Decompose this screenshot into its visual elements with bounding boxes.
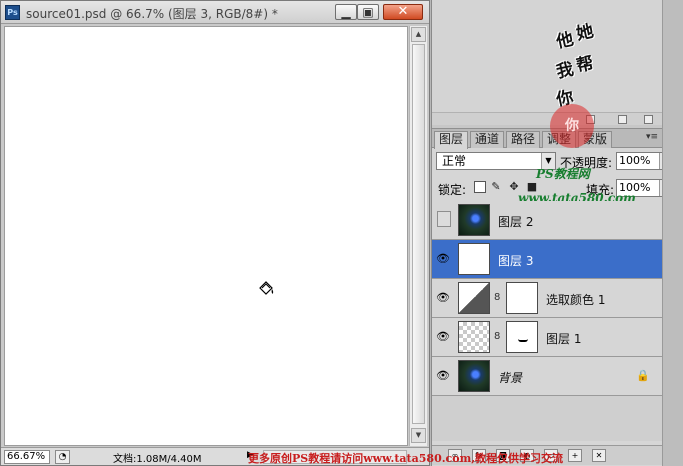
mask-mark (518, 339, 528, 342)
maximize-button[interactable]: ▣ (357, 4, 379, 20)
layers-tabbar: 图层 通道 路径 调整 蒙版 ▾≡ (432, 129, 662, 149)
watermark-char-4: 帮 (574, 53, 596, 77)
eye-icon[interactable]: 👁 (435, 367, 451, 383)
trash-icon[interactable]: ✕ (592, 449, 606, 462)
tab-layers[interactable]: 图层 (434, 131, 469, 149)
new-layer-icon[interactable]: + (568, 449, 582, 462)
trash-icon[interactable] (644, 115, 653, 124)
watermark-ps-site: PS教程网 (536, 167, 590, 181)
paint-bucket-cursor-icon (259, 281, 274, 295)
maximize-icon: ▣ (362, 5, 374, 19)
chain-link-icon[interactable]: 8 (494, 331, 500, 342)
layer-row-selected[interactable]: 👁 图层 3 (432, 240, 662, 279)
layer-thumbnail[interactable] (458, 243, 490, 275)
layer-thumbnail[interactable] (458, 321, 490, 353)
layer-row[interactable]: 图层 2 (432, 201, 662, 240)
layer-name[interactable]: 图层 3 (498, 252, 533, 269)
layer-row[interactable]: 👁 8 选取颜色 1 (432, 279, 662, 318)
visibility-toggle[interactable] (437, 211, 451, 227)
scroll-down-icon[interactable]: ▼ (411, 428, 426, 443)
eye-icon[interactable]: 👁 (435, 289, 451, 305)
lock-icon: 🔒 (636, 369, 650, 382)
tab-paths[interactable]: 路径 (506, 131, 541, 148)
layer-list: 图层 2 👁 图层 3 👁 8 选取颜色 1 � (432, 201, 662, 441)
layer-row[interactable]: 👁 8 图层 1 (432, 318, 662, 357)
watermark-char-2: 她 (574, 21, 596, 45)
document-canvas[interactable] (4, 26, 408, 446)
watermark-char-3: 我 (554, 59, 576, 83)
adjustment-thumbnail[interactable] (458, 282, 490, 314)
upper-panel-footer (432, 112, 662, 125)
layer-name[interactable]: 图层 1 (546, 330, 581, 347)
document-titlebar[interactable]: Ps source01.psd @ 66.7% (图层 3, RGB/8#) *… (1, 1, 429, 24)
layer-name[interactable]: 选取颜色 1 (546, 291, 605, 308)
lock-label: 锁定: (438, 183, 467, 197)
layer-thumbnail[interactable] (458, 360, 490, 392)
panel-menu-icon[interactable]: ▾≡ (646, 132, 658, 142)
minimize-button[interactable]: ▁ (335, 4, 357, 20)
tab-channels[interactable]: 通道 (470, 131, 505, 148)
photoshop-workspace: Ps source01.psd @ 66.7% (图层 3, RGB/8#) *… (0, 0, 683, 466)
layer-mask-thumbnail[interactable] (506, 321, 538, 353)
opacity-value: 100% (619, 154, 651, 167)
watermark-bottom-text: 更多原创PS教程请访问www.tata580.com,教程仅供学习交流 (248, 452, 564, 465)
document-window: Ps source01.psd @ 66.7% (图层 3, RGB/8#) *… (0, 0, 430, 466)
watermark-seal: 你 (550, 104, 594, 148)
layer-row-background[interactable]: 👁 背景 🔒 (432, 357, 662, 396)
blend-mode-value: 正常 (442, 154, 467, 168)
document-size-info: 文档:1.08M/4.40M (113, 454, 202, 465)
lock-transparent-pixels-icon[interactable] (474, 181, 486, 193)
eye-icon[interactable]: 👁 (435, 250, 451, 266)
zoom-level-field[interactable]: 66.67% (4, 450, 50, 464)
minimize-icon: ▁ (341, 5, 351, 19)
vertical-scrollbar[interactable]: ▲ ▼ (409, 26, 427, 446)
document-title: source01.psd @ 66.7% (图层 3, RGB/8#) * (26, 7, 278, 21)
new-item-icon[interactable] (618, 115, 627, 124)
status-info-icon[interactable]: ◔ (55, 450, 70, 464)
layers-panel: 图层 通道 路径 调整 蒙版 ▾≡ 正常 ▼ 不透明度: 100% ▶ 锁定: … (432, 128, 674, 466)
right-panel-dock: 他 她 我 帮 你 图层 通道 路径 调整 蒙版 ▾≡ 正常 ▼ 不透 (431, 0, 683, 466)
layer-mask-thumbnail[interactable] (506, 282, 538, 314)
upper-panel: 他 她 我 帮 你 (432, 0, 662, 112)
scrollbar-thumb[interactable] (412, 44, 425, 424)
close-button[interactable]: ✕ (383, 4, 423, 20)
scroll-up-icon[interactable]: ▲ (411, 27, 426, 42)
close-icon: ✕ (397, 4, 409, 19)
layer-name[interactable]: 背景 (498, 369, 522, 386)
photoshop-logo-icon: Ps (5, 5, 20, 20)
chain-link-icon[interactable]: 8 (494, 292, 500, 303)
eye-icon[interactable]: 👁 (435, 328, 451, 344)
layer-name[interactable]: 图层 2 (498, 213, 533, 230)
collapsed-panel-strip[interactable] (662, 0, 683, 466)
layer-thumbnail[interactable] (458, 204, 490, 236)
lock-image-pixels-icon[interactable]: ✎ (490, 181, 502, 193)
watermark-char-1: 他 (554, 29, 576, 53)
